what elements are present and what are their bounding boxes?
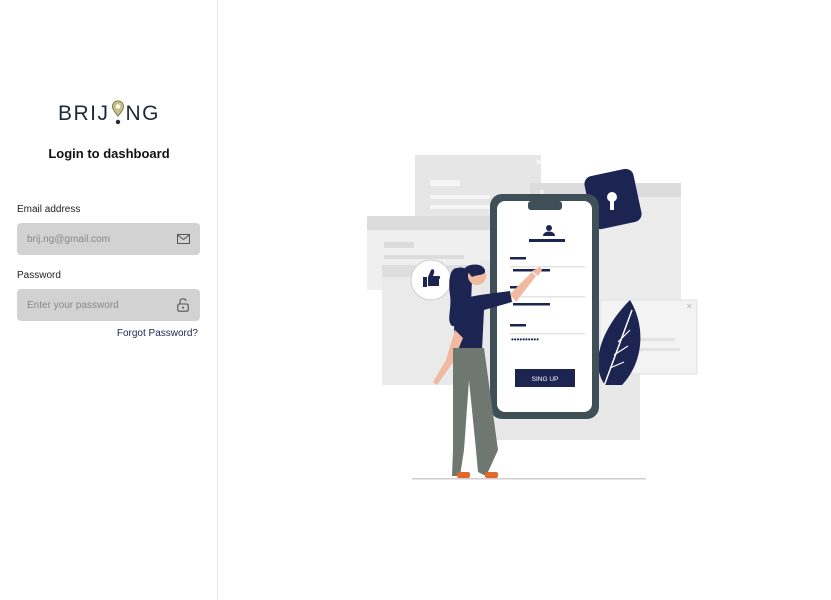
password-field[interactable] (17, 289, 200, 321)
signup-button-label: SING UP (532, 376, 559, 383)
thumbs-up-icon (410, 259, 452, 301)
password-dots: •••••••••• (511, 335, 539, 344)
brand-logo: BRIJ NG (0, 100, 218, 126)
page-title: Login to dashboard (48, 146, 170, 161)
email-field[interactable] (17, 223, 200, 255)
unlock-icon[interactable] (176, 298, 190, 312)
password-input[interactable] (27, 299, 176, 311)
password-label: Password (17, 270, 61, 281)
email-label: Email address (17, 204, 81, 215)
email-input[interactable] (27, 233, 176, 245)
mail-icon (176, 232, 190, 246)
forgot-password-link[interactable]: Forgot Password? (117, 328, 198, 339)
svg-text:✕: ✕ (686, 302, 693, 311)
map-pin-icon (111, 100, 124, 125)
ground-line (412, 478, 646, 480)
bg-window-left (367, 216, 495, 230)
logo-text-right: NG (125, 102, 160, 125)
login-illustration: ✕ ✕ •••••••••• SING UP (367, 155, 698, 480)
logo-text-left: BRIJ (57, 102, 110, 125)
login-panel: BRIJ NG Login to dashboard Email address… (0, 0, 218, 600)
svg-text:✕: ✕ (535, 157, 543, 167)
